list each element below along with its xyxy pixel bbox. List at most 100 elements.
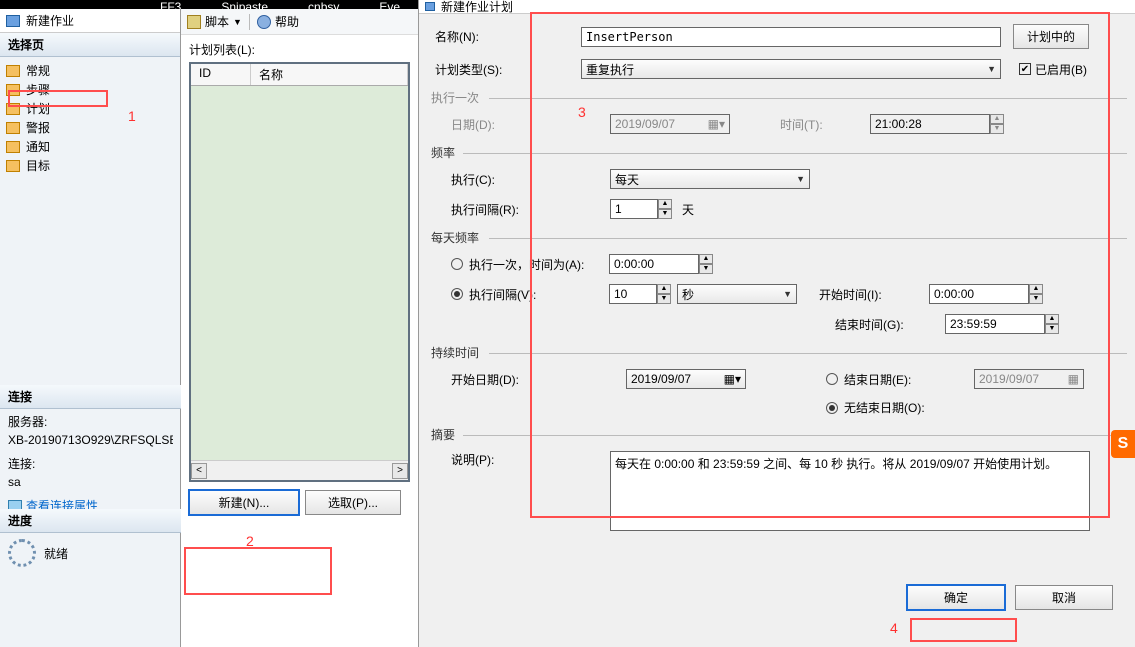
daily-interval-spinner[interactable]: ▲▼	[609, 284, 671, 304]
freq-exec-dropdown[interactable]: 每天 ▼	[610, 169, 810, 189]
schedule-list[interactable]: ID 名称 < >	[189, 62, 410, 482]
enabled-label: 已启用(B)	[1035, 61, 1087, 78]
chevron-down-icon: ▼	[796, 174, 805, 184]
name-label: 名称(N):	[431, 28, 581, 45]
daily-interval-label: 执行间隔(V):	[469, 286, 603, 303]
help-icon	[257, 15, 271, 29]
tree-item-notifications[interactable]: 通知	[6, 137, 174, 156]
annotation-1: 1	[128, 108, 136, 124]
list-header: ID 名称	[191, 64, 408, 86]
window-title-bar: 新建作业	[0, 9, 180, 33]
daily-once-radio[interactable]	[451, 258, 463, 270]
duration-legend: 持续时间	[431, 344, 1127, 361]
server-label: 服务器:	[8, 413, 173, 431]
up-icon: ▲	[1029, 284, 1043, 294]
exec-once-date-picker: 2019/09/07 ▦▾	[610, 114, 730, 134]
down-icon: ▼	[699, 264, 713, 274]
page-icon	[6, 141, 20, 153]
exec-once-legend: 执行一次	[431, 89, 1127, 106]
progress-status: 就绪	[44, 545, 68, 562]
page-icon	[6, 160, 20, 172]
no-end-date-radio[interactable]	[826, 402, 838, 414]
app-icon	[6, 15, 20, 27]
progress-header: 进度	[0, 509, 181, 533]
page-icon	[6, 65, 20, 77]
no-end-date-label: 无结束日期(O):	[844, 399, 925, 416]
annotation-2: 2	[246, 533, 254, 549]
cancel-button[interactable]: 取消	[1015, 585, 1113, 610]
app-icon	[425, 2, 435, 11]
ime-badge-icon[interactable]: S	[1111, 430, 1135, 458]
freq-interval-spinner[interactable]: ▲▼	[610, 199, 672, 219]
scroll-left-icon[interactable]: <	[191, 463, 207, 479]
pick-button[interactable]: 选取(P)...	[305, 490, 401, 515]
ok-button[interactable]: 确定	[907, 585, 1005, 610]
daily-legend: 每天频率	[431, 229, 1127, 246]
daily-interval-unit-dropdown[interactable]: 秒 ▼	[677, 284, 797, 304]
progress-spinner-icon	[8, 539, 36, 567]
new-button[interactable]: 新建(N)...	[189, 490, 299, 515]
server-value: XB-20190713O929\ZRFSQLSERVE	[8, 431, 173, 449]
calendar-icon: ▦▾	[708, 117, 725, 131]
annotation-4: 4	[890, 620, 898, 636]
summary-textarea[interactable]: 每天在 0:00:00 和 23:59:59 之间、每 10 秒 执行。将从 2…	[610, 451, 1090, 531]
end-date-picker: 2019/09/07 ▦	[974, 369, 1084, 389]
freq-interval-label: 执行间隔(R):	[431, 201, 566, 218]
end-date-label: 结束日期(E):	[844, 371, 974, 388]
tree-item-steps[interactable]: 步骤	[6, 80, 174, 99]
col-id[interactable]: ID	[191, 64, 251, 85]
schedule-list-label: 计划列表(L):	[181, 35, 418, 60]
exec-once-date-label: 日期(D):	[431, 116, 566, 133]
plan-in-button[interactable]: 计划中的	[1013, 24, 1089, 49]
conn-label: 连接:	[8, 455, 173, 473]
freq-interval-unit: 天	[682, 201, 694, 218]
tree-item-targets[interactable]: 目标	[6, 156, 174, 175]
window-title: 新建作业	[26, 12, 74, 29]
up-icon: ▲	[1045, 314, 1059, 324]
horizontal-scrollbar[interactable]: < >	[191, 460, 408, 480]
dropdown-arrow-icon[interactable]: ▼	[233, 17, 242, 27]
name-input[interactable]	[581, 27, 1001, 47]
down-icon: ▼	[658, 209, 672, 219]
down-icon: ▼	[990, 124, 1004, 134]
script-button[interactable]: 脚本	[205, 13, 229, 30]
conn-value: sa	[8, 473, 173, 491]
mid-panel: 脚本 ▼ 帮助 计划列表(L): ID 名称 < > 新建(N)... 选取(P…	[181, 9, 418, 647]
mid-toolbar: 脚本 ▼ 帮助	[181, 9, 418, 35]
progress-block: 进度 就绪	[0, 509, 181, 573]
down-icon: ▼	[1029, 294, 1043, 304]
daily-start-spinner[interactable]: ▲▼	[929, 284, 1043, 304]
separator	[249, 14, 250, 30]
connection-header: 连接	[0, 385, 181, 409]
help-button[interactable]: 帮助	[275, 13, 299, 30]
schedule-type-dropdown[interactable]: 重复执行 ▼	[581, 59, 1001, 79]
up-icon: ▲	[699, 254, 713, 264]
daily-once-time-spinner[interactable]: ▲▼	[609, 254, 713, 274]
chevron-down-icon: ▼	[987, 64, 996, 74]
left-panel: 新建作业 选择页 常规 步骤 计划 警报 通知 目标 连接 服务器: XB-20…	[0, 9, 181, 647]
freq-exec-label: 执行(C):	[431, 171, 566, 188]
calendar-icon: ▦▾	[724, 372, 741, 386]
start-date-picker[interactable]: 2019/09/07 ▦▾	[626, 369, 746, 389]
daily-start-label: 开始时间(I):	[819, 286, 929, 303]
col-name[interactable]: 名称	[251, 64, 408, 85]
enabled-checkbox[interactable]: ✔	[1019, 63, 1031, 75]
annotation-3: 3	[578, 104, 586, 120]
tree-item-schedules[interactable]: 计划	[6, 99, 174, 118]
tree-item-alerts[interactable]: 警报	[6, 118, 174, 137]
tree-item-general[interactable]: 常规	[6, 61, 174, 80]
end-date-radio[interactable]	[826, 373, 838, 385]
up-icon: ▲	[657, 284, 671, 294]
up-icon: ▲	[658, 199, 672, 209]
summary-legend: 摘要	[431, 426, 1127, 443]
connection-block: 连接 服务器: XB-20190713O929\ZRFSQLSERVE 连接: …	[0, 385, 181, 519]
scroll-right-icon[interactable]: >	[392, 463, 408, 479]
script-icon	[187, 15, 201, 29]
down-icon: ▼	[1045, 324, 1059, 334]
daily-once-label: 执行一次，时间为(A):	[469, 256, 603, 273]
calendar-icon: ▦	[1068, 372, 1079, 386]
daily-end-spinner[interactable]: ▲▼	[945, 314, 1059, 334]
schedule-type-label: 计划类型(S):	[431, 61, 581, 78]
daily-interval-radio[interactable]	[451, 288, 463, 300]
right-panel: 新建作业计划 名称(N): 计划中的 计划类型(S): 重复执行 ▼ ✔ 已启用…	[418, 0, 1135, 647]
